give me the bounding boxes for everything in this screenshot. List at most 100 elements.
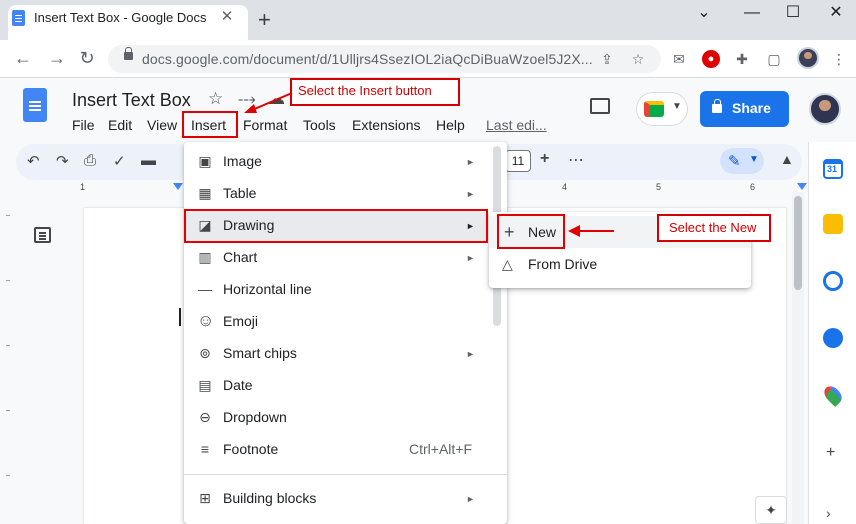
- vertical-ruler-tick: [6, 345, 10, 346]
- puzzle-extensions-icon[interactable]: ✚: [733, 50, 751, 68]
- submenu-arrow-icon: ►: [466, 349, 475, 359]
- spellcheck-icon[interactable]: ✓: [113, 152, 126, 170]
- new-callout-arrow: [568, 225, 614, 237]
- star-icon[interactable]: ☆: [208, 89, 223, 109]
- dropdown-icon: ⊖: [199, 409, 211, 425]
- submenu-item-label: From Drive: [528, 256, 598, 272]
- close-window-button[interactable]: ✕: [826, 4, 846, 22]
- vertical-ruler-tick: [6, 475, 10, 476]
- maximize-button[interactable]: ☐: [783, 4, 803, 22]
- insert-callout: Select the Insert button: [290, 78, 460, 106]
- new-callout: Select the New: [657, 214, 771, 242]
- calendar-icon[interactable]: [823, 159, 843, 179]
- drawing-highlight-box: [184, 209, 488, 243]
- menu-help[interactable]: Help: [436, 117, 465, 133]
- image-icon: ▣: [198, 153, 212, 169]
- insert-callout-arrow: [244, 92, 293, 113]
- menu-item-label: Footnote: [223, 441, 279, 457]
- bookmark-star-icon[interactable]: ☆: [629, 50, 647, 68]
- emoji-icon: ☺: [197, 311, 215, 330]
- menu-edit[interactable]: Edit: [108, 117, 132, 133]
- hide-side-panel-icon[interactable]: ›: [826, 505, 831, 521]
- menu-item-label: Table: [223, 185, 257, 201]
- vertical-ruler-tick: [6, 280, 10, 281]
- document-title[interactable]: Insert Text Box: [72, 90, 191, 111]
- tab-title: Insert Text Box - Google Docs: [34, 10, 207, 25]
- redo-icon[interactable]: ↷: [56, 152, 69, 170]
- ruler-number: 5: [656, 182, 662, 192]
- menu-item-label: Building blocks: [223, 490, 317, 506]
- footnote-icon: ≡: [200, 441, 210, 457]
- left-indent-marker[interactable]: [173, 183, 183, 190]
- submenu-arrow-icon: ►: [466, 157, 475, 167]
- docs-logo-icon[interactable]: [23, 88, 47, 122]
- new-tab-button[interactable]: +: [258, 9, 271, 31]
- share-icon[interactable]: ⇪: [598, 50, 616, 68]
- new-highlight-box: [497, 214, 565, 249]
- building-blocks-icon: ⊞: [199, 490, 211, 506]
- right-indent-marker[interactable]: [797, 183, 807, 190]
- account-avatar[interactable]: [809, 93, 841, 125]
- document-outline-icon[interactable]: [34, 227, 51, 243]
- chart-icon: ▥: [198, 249, 212, 265]
- ruler-number: 4: [562, 182, 568, 192]
- undo-icon[interactable]: ↶: [27, 152, 40, 170]
- meet-caret-icon: ▼: [672, 101, 682, 112]
- reload-button[interactable]: ↻: [76, 48, 98, 69]
- page-scroll-thumb[interactable]: [794, 196, 802, 290]
- meet-icon: [644, 101, 664, 117]
- smart-chips-icon: ⊚: [199, 345, 211, 361]
- contacts-icon[interactable]: [823, 328, 843, 348]
- submenu-arrow-icon: ►: [466, 253, 475, 263]
- submenu-arrow-icon: ►: [466, 494, 475, 504]
- sidebar-icon[interactable]: ▢: [765, 50, 783, 68]
- print-icon[interactable]: ⎙: [84, 152, 96, 169]
- tab-search-chevron-icon[interactable]: ⌄: [694, 4, 714, 22]
- tab-close-icon[interactable]: ✕: [218, 8, 236, 26]
- mail-icon[interactable]: ✉: [670, 50, 688, 68]
- submenu-arrow-icon: ►: [466, 189, 475, 199]
- forward-button[interactable]: →: [46, 48, 68, 69]
- adblock-icon[interactable]: ●: [702, 50, 720, 68]
- back-button[interactable]: ←: [12, 48, 34, 69]
- vertical-ruler-tick: [6, 410, 10, 411]
- docs-favicon-icon: [12, 10, 25, 26]
- menu-item-label: Date: [223, 377, 253, 393]
- menu-item-label: Image: [223, 153, 262, 169]
- menu-item-label: Horizontal line: [223, 281, 312, 297]
- increase-font-size-button[interactable]: +: [540, 150, 549, 168]
- tasks-icon[interactable]: [823, 271, 843, 291]
- explore-button[interactable]: ✦: [755, 496, 787, 524]
- share-lock-icon: [712, 99, 722, 113]
- menu-view[interactable]: View: [147, 117, 177, 133]
- ruler-number: 1: [80, 182, 86, 192]
- lock-icon[interactable]: [124, 47, 133, 60]
- menu-file[interactable]: File: [72, 117, 95, 133]
- more-vert-icon[interactable]: ⋮: [830, 50, 848, 68]
- browser-profile-avatar[interactable]: [797, 47, 819, 69]
- menu-item-label: Smart chips: [223, 345, 297, 361]
- menu-divider: [184, 474, 507, 475]
- menu-item-label: Chart: [223, 249, 258, 265]
- footnote-shortcut: Ctrl+Alt+F: [409, 441, 473, 457]
- paint-format-icon[interactable]: ▬: [141, 152, 156, 169]
- menu-extensions[interactable]: Extensions: [352, 117, 420, 133]
- menu-item-label: Dropdown: [223, 409, 287, 425]
- editing-mode-caret-icon: ▼: [749, 154, 759, 165]
- url-text[interactable]: docs.google.com/document/d/1Ulljrs4SsezI…: [142, 51, 593, 67]
- comment-history-icon[interactable]: [590, 98, 610, 114]
- ruler-number: 6: [750, 182, 756, 192]
- share-label: Share: [732, 100, 771, 116]
- font-size-input[interactable]: 11: [505, 150, 531, 172]
- text-cursor: [179, 308, 181, 326]
- collapse-menus-icon[interactable]: ▲: [780, 151, 794, 167]
- get-addons-icon[interactable]: +: [826, 444, 835, 462]
- drive-icon: △: [502, 256, 513, 272]
- more-toolbar-icon[interactable]: ⋯: [568, 150, 585, 170]
- last-edit-link[interactable]: Last edi...: [486, 117, 547, 133]
- menu-tools[interactable]: Tools: [303, 117, 336, 133]
- minimize-button[interactable]: —: [742, 4, 762, 22]
- pen-icon: ✎: [728, 153, 741, 170]
- keep-icon[interactable]: [823, 214, 843, 234]
- vertical-ruler-tick: [6, 215, 10, 216]
